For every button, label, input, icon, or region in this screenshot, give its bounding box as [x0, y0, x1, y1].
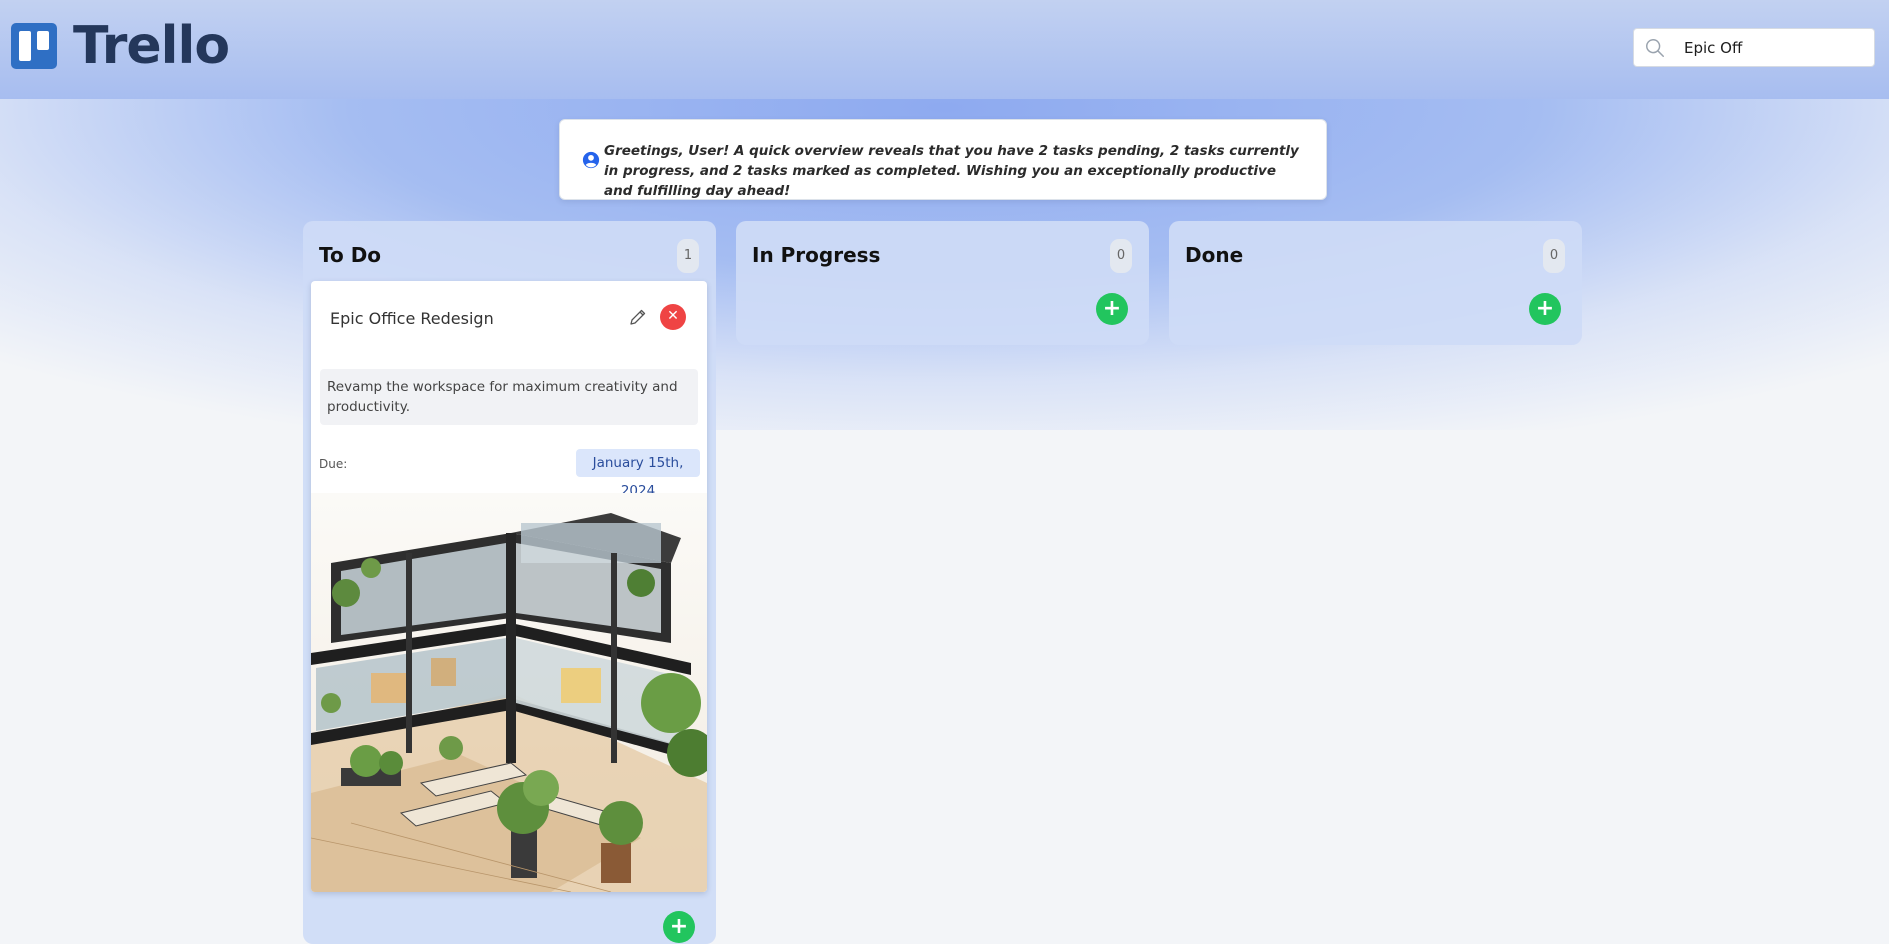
column-count-badge: 0 — [1110, 239, 1132, 273]
card-image — [311, 493, 707, 892]
due-label: Due: — [319, 457, 348, 471]
task-card[interactable]: Epic Office Redesign ✕ Revamp the worksp… — [311, 281, 707, 892]
add-card-button[interactable]: + — [1529, 293, 1561, 325]
column-count-badge: 0 — [1543, 239, 1565, 273]
app-logo[interactable]: Trello — [11, 16, 230, 76]
column-count-badge: 1 — [677, 239, 699, 273]
app-header: Trello — [0, 0, 1889, 99]
search-box[interactable] — [1633, 28, 1875, 67]
close-icon: ✕ — [667, 308, 679, 324]
greeting-text: Greetings, User! A quick overview reveal… — [604, 143, 1299, 199]
add-card-button[interactable]: + — [663, 911, 695, 943]
column-title: In Progress — [752, 243, 881, 267]
plus-icon: + — [1102, 296, 1122, 321]
add-card-button[interactable]: + — [1096, 293, 1128, 325]
column-title: Done — [1185, 243, 1244, 267]
column-todo: To Do 1 Epic Office Redesign ✕ Revamp th… — [303, 221, 716, 944]
plus-icon: + — [1535, 296, 1555, 321]
column-in-progress: In Progress 0 + — [736, 221, 1149, 345]
search-icon — [1646, 39, 1664, 57]
column-title: To Do — [319, 243, 382, 267]
app-logo-text: Trello — [73, 16, 230, 76]
search-input[interactable] — [1684, 29, 1869, 66]
due-date-badge: January 15th, 2024 — [576, 449, 700, 499]
user-circle-icon — [582, 151, 600, 169]
delete-card-button[interactable]: ✕ — [660, 304, 686, 330]
column-done: Done 0 + — [1169, 221, 1582, 345]
card-description: Revamp the workspace for maximum creativ… — [320, 369, 698, 425]
greeting-banner: Greetings, User! A quick overview reveal… — [559, 119, 1327, 200]
trello-logo-icon — [11, 23, 57, 69]
pencil-icon[interactable] — [628, 307, 648, 327]
card-title: Epic Office Redesign — [330, 309, 494, 328]
plus-icon: + — [669, 914, 689, 939]
